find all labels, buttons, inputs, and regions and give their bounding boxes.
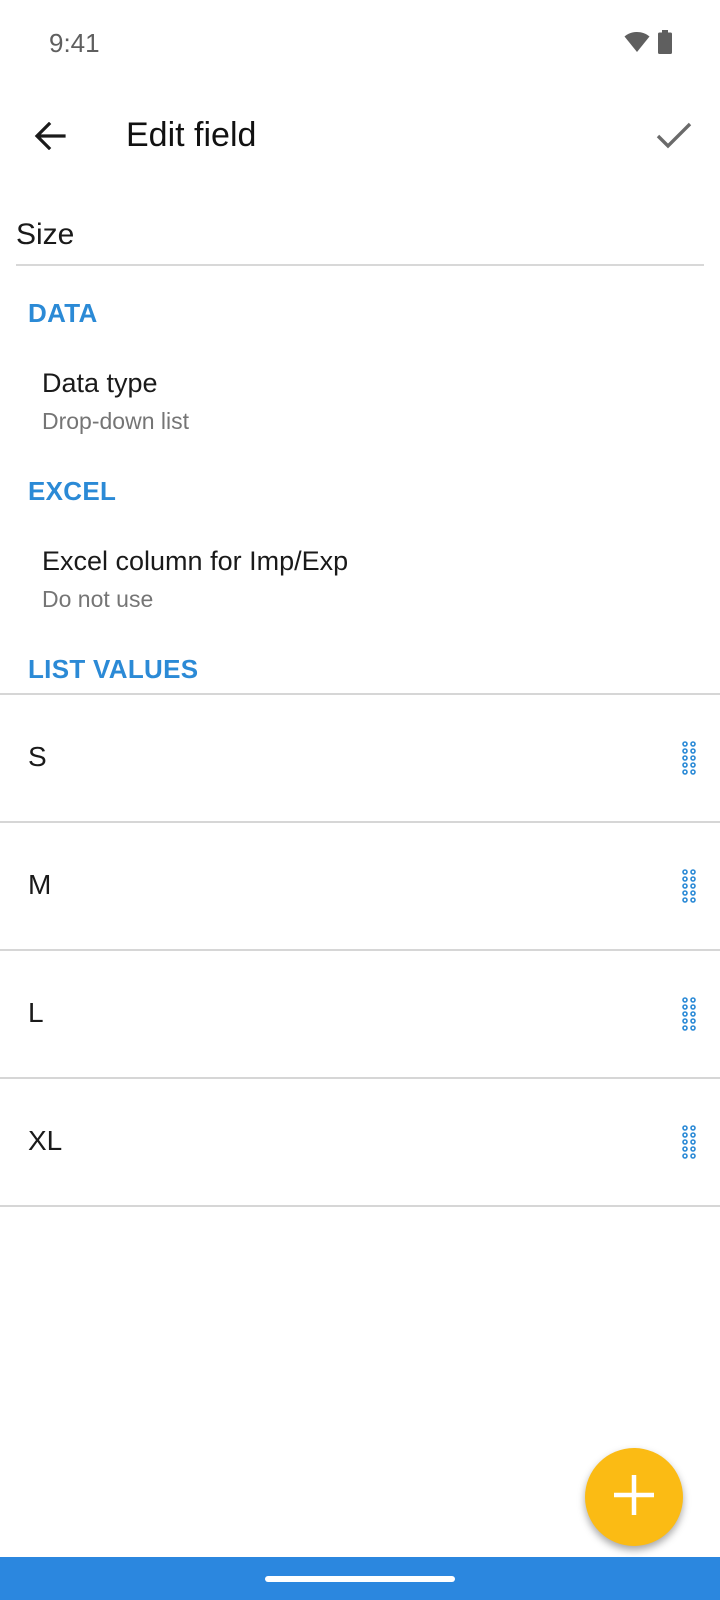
data-type-setting[interactable]: Data type Drop-down list — [0, 354, 720, 454]
list-item-label: XL — [28, 1125, 63, 1156]
excel-column-title: Excel column for Imp/Exp — [42, 546, 349, 576]
excel-column-setting[interactable]: Excel column for Imp/Exp Do not use — [0, 532, 720, 632]
field-name-input[interactable] — [16, 212, 704, 266]
edit-field-screen: 9:41 Edit field Size DATA Data type Drop… — [0, 0, 720, 1600]
list-item-label: L — [28, 997, 44, 1028]
data-type-title: Data type — [42, 368, 158, 398]
drag-handle-icon[interactable] — [680, 869, 698, 903]
list-item[interactable]: M — [0, 823, 720, 951]
data-type-summary: Drop-down list — [42, 408, 189, 434]
section-header-excel: EXCEL — [28, 476, 117, 506]
add-value-button[interactable] — [585, 1448, 683, 1546]
navigation-bar — [0, 1557, 720, 1600]
status-bar: 9:41 — [0, 0, 720, 88]
page-title: Edit field — [126, 116, 257, 154]
home-indicator[interactable] — [265, 1576, 455, 1582]
drag-handle-icon[interactable] — [680, 741, 698, 775]
list-item[interactable]: S — [0, 695, 720, 823]
section-header-list-values: LIST VALUES — [28, 654, 199, 684]
battery-icon — [658, 30, 672, 59]
section-header-data: DATA — [28, 298, 98, 328]
list-item[interactable]: L — [0, 951, 720, 1079]
drag-handle-icon[interactable] — [680, 1125, 698, 1159]
list-item[interactable]: XL — [0, 1079, 720, 1207]
status-icons — [624, 30, 672, 59]
excel-column-summary: Do not use — [42, 586, 154, 612]
check-icon — [656, 122, 692, 155]
list-item-label: S — [28, 741, 47, 772]
list-values: S M L XL — [0, 693, 720, 1207]
status-time: 9:41 — [49, 28, 100, 58]
app-bar: Edit field — [0, 88, 720, 188]
drag-handle-icon[interactable] — [680, 997, 698, 1031]
wifi-icon — [624, 31, 650, 58]
arrow-back-icon — [34, 121, 66, 155]
plus-icon — [612, 1473, 656, 1522]
save-button[interactable] — [644, 110, 704, 166]
list-item-label: M — [28, 869, 52, 900]
back-button[interactable] — [22, 110, 78, 166]
